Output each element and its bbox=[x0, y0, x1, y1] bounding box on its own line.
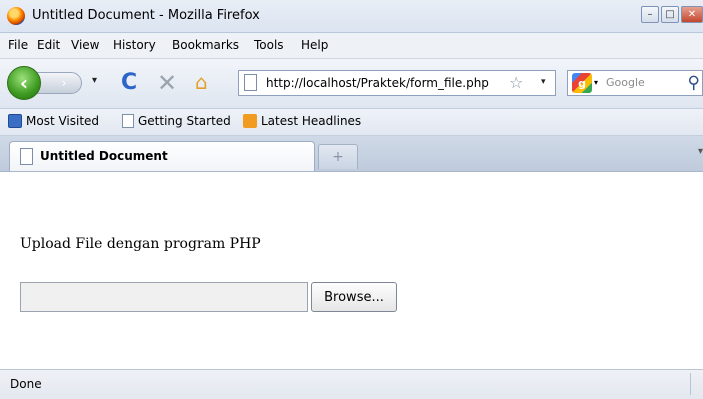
bookmark-getting-started[interactable]: Getting Started bbox=[122, 114, 231, 128]
menu-view[interactable]: View bbox=[71, 38, 99, 52]
url-dropdown-icon[interactable]: ▾ bbox=[541, 77, 546, 87]
menu-bar: File Edit View History Bookmarks Tools H… bbox=[0, 33, 703, 59]
home-icon[interactable]: ⌂ bbox=[195, 70, 208, 94]
window-controls: – □ ✕ bbox=[641, 6, 703, 23]
tab-list-dropdown-icon[interactable]: ▾ bbox=[698, 146, 703, 157]
maximize-button[interactable]: □ bbox=[661, 6, 679, 23]
page-icon bbox=[20, 148, 33, 165]
firefox-icon bbox=[7, 7, 25, 25]
file-path-input[interactable] bbox=[20, 282, 308, 312]
menu-file[interactable]: File bbox=[8, 38, 28, 52]
title-bar: Untitled Document - Mozilla Firefox – □ … bbox=[0, 0, 703, 33]
forward-icon: › bbox=[61, 76, 67, 90]
bookmark-latest-headlines[interactable]: Latest Headlines bbox=[243, 114, 361, 128]
search-placeholder[interactable]: Google bbox=[606, 76, 645, 89]
status-divider bbox=[690, 373, 691, 395]
status-text: Done bbox=[10, 377, 42, 391]
search-icon[interactable]: ⚲ bbox=[688, 73, 700, 93]
stop-icon[interactable]: ✕ bbox=[157, 69, 177, 97]
bookmark-star-icon[interactable]: ☆ bbox=[509, 73, 523, 92]
minimize-button[interactable]: – bbox=[641, 6, 659, 23]
browse-button[interactable]: Browse... bbox=[311, 282, 397, 312]
most-visited-icon bbox=[8, 114, 22, 128]
reload-icon[interactable]: C bbox=[121, 70, 137, 95]
status-bar: Done bbox=[0, 369, 703, 399]
url-bar[interactable]: http://localhost/Praktek/form_file.php ☆… bbox=[238, 70, 556, 96]
rss-feed-icon bbox=[243, 114, 257, 128]
bookmark-label: Most Visited bbox=[26, 114, 100, 128]
menu-bookmarks[interactable]: Bookmarks bbox=[172, 38, 239, 52]
bookmark-label: Latest Headlines bbox=[261, 114, 362, 128]
page-content: Upload File dengan program PHP Browse... bbox=[0, 172, 703, 368]
tab-label: Untitled Document bbox=[40, 149, 168, 163]
url-text[interactable]: http://localhost/Praktek/form_file.php bbox=[266, 76, 489, 90]
bookmarks-toolbar: Most Visited Getting Started Latest Head… bbox=[0, 109, 703, 136]
menu-edit[interactable]: Edit bbox=[37, 38, 60, 52]
new-tab-button[interactable]: + bbox=[318, 144, 358, 169]
forward-button[interactable]: › bbox=[36, 72, 82, 94]
bookmark-most-visited[interactable]: Most Visited bbox=[8, 114, 99, 128]
bookmark-label: Getting Started bbox=[138, 114, 231, 128]
menu-history[interactable]: History bbox=[113, 38, 156, 52]
page-icon bbox=[122, 114, 134, 128]
close-button[interactable]: ✕ bbox=[681, 6, 703, 23]
history-dropdown-icon[interactable]: ▾ bbox=[92, 75, 97, 86]
google-engine-icon[interactable]: g bbox=[572, 73, 592, 93]
page-heading: Upload File dengan program PHP bbox=[20, 236, 261, 252]
menu-help[interactable]: Help bbox=[301, 38, 328, 52]
search-bar[interactable]: g ▾ Google ⚲ bbox=[567, 70, 703, 96]
tab-untitled-document[interactable]: Untitled Document bbox=[9, 141, 315, 171]
back-button[interactable]: ‹ bbox=[7, 66, 41, 100]
menu-tools[interactable]: Tools bbox=[254, 38, 284, 52]
navigation-toolbar: › ‹ ▾ C ✕ ⌂ http://localhost/Praktek/for… bbox=[0, 59, 703, 109]
page-icon bbox=[244, 74, 257, 91]
engine-dropdown-icon[interactable]: ▾ bbox=[594, 78, 598, 87]
back-arrow-icon: ‹ bbox=[19, 71, 29, 95]
window-title: Untitled Document - Mozilla Firefox bbox=[32, 8, 260, 23]
tab-strip: Untitled Document + ▾ bbox=[0, 136, 703, 172]
